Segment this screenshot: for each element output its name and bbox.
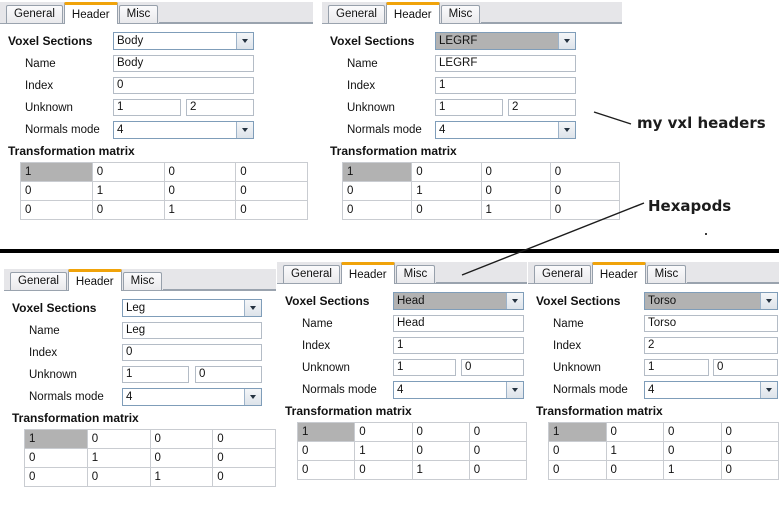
- tab-header[interactable]: Header: [591, 262, 646, 284]
- annotation-leader-lines: [461, 111, 645, 276]
- tab-header[interactable]: Header: [385, 2, 440, 24]
- annotation-vxl-headers: my vxl headers: [637, 114, 766, 132]
- tab-header[interactable]: Header: [63, 2, 118, 24]
- annotation-hexapods: Hexapods: [648, 197, 732, 215]
- image-speck: [705, 233, 707, 235]
- tab-header[interactable]: Header: [67, 269, 122, 291]
- tab-header[interactable]: Header: [340, 262, 395, 284]
- leader-line-vxl-headers: [593, 111, 632, 125]
